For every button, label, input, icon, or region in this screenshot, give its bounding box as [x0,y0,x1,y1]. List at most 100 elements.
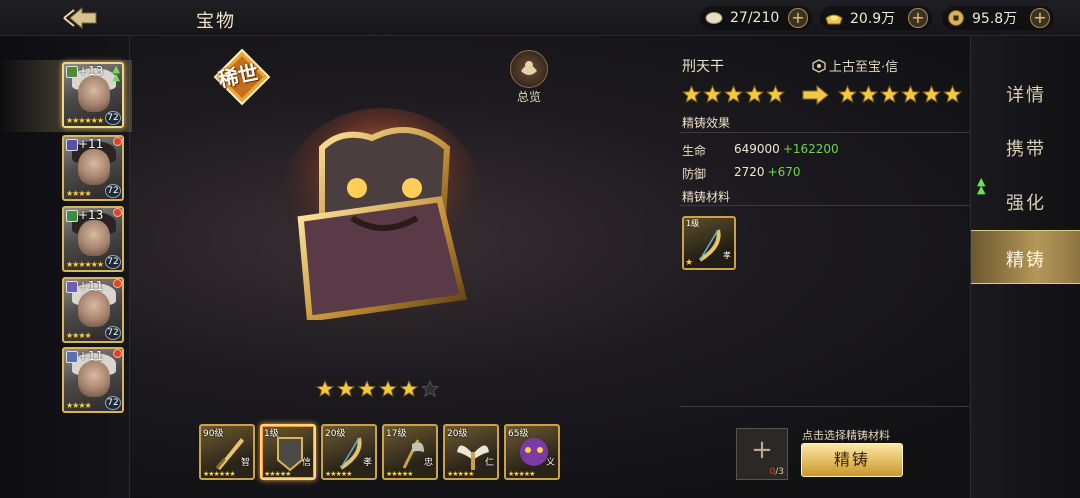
gold-ingot-resource: 20.9万 + [820,6,932,30]
page-title: 宝物 [196,11,236,32]
overview-icon [510,50,548,88]
treasure-quality-label: 上古至宝·信 [829,60,899,75]
item-stars: ★★★★★ [325,470,352,478]
star-icon [859,85,878,104]
material-virtue: 孝 [723,251,731,260]
star-icon [400,380,418,398]
back-arrow-icon [63,6,97,30]
hero-portrait [78,76,110,112]
add-material-slot[interactable]: + 0/3 [736,428,788,480]
coin-icon [946,8,966,28]
add-gold-ingot-button[interactable]: + [908,8,928,28]
tab-forge[interactable]: 精铸 [971,230,1080,284]
faction-icon [66,210,78,222]
treasure-item[interactable]: 65级 义 ★★★★★ [504,424,560,480]
current-star-row [682,85,785,104]
notification-dot [113,137,122,146]
tab-details[interactable]: 详情 [971,66,1080,120]
tab-label: 精铸 [1006,250,1046,271]
coin-resource: 95.8万 + [942,6,1054,30]
treasure-item[interactable]: 17级 忠 ★★★★★ [382,424,438,480]
hero-card[interactable]: +13 ★★★★★★ 72 [62,206,124,272]
hero-plus-level: +13 [78,64,104,78]
upgrade-arrow-icon: ▲ ▲ [112,64,120,83]
notification-dot [113,208,122,217]
item-level: 90级 [203,429,224,439]
star-icon [901,85,920,104]
faction-icon [66,281,78,293]
gold-ingot-icon [824,8,844,28]
star-icon [358,380,376,398]
item-virtue: 信 [301,458,311,468]
material-item[interactable]: 1级 孝 ★ [682,216,736,270]
treasure-artwork [282,108,482,320]
stat-value: 2720 [734,165,765,179]
arrow-right-icon [802,85,829,105]
treasure-item[interactable]: 20级 仁 ★★★★★ [443,424,499,480]
tab-enhance[interactable]: 强化 [971,174,1080,228]
treasure-item[interactable]: 20级 孝 ★★★★★ [321,424,377,480]
item-virtue: 仁 [484,458,494,468]
hero-plus-level: +11 [78,137,104,151]
star-icon [745,85,764,104]
treasure-item[interactable]: 90级 智 ★★★★★★ [199,424,255,480]
star-icon [880,85,899,104]
material-level: 1级 [686,219,700,228]
overview-label: 总览 [516,90,541,104]
empty-star-icon [421,380,439,398]
hero-level: 72 [105,111,121,125]
stat-increase: +670 [767,165,801,179]
forge-button[interactable]: 精铸 [801,443,903,477]
material-section-title: 精铸材料 [682,190,731,204]
overview-button[interactable]: 总览 [505,50,553,104]
stat-label: 生命 [682,144,707,158]
treasure-quality: 上古至宝·信 [812,56,898,75]
item-stars: ★★★★★ [508,470,535,478]
faction-icon [66,351,78,363]
tab-carry[interactable]: 携带 [971,120,1080,174]
item-virtue: 智 [240,458,250,468]
divider [680,132,970,133]
treasure-item[interactable]: 1级 信 ★★★★★ [260,424,316,480]
star-icon: ★ [685,258,694,268]
hero-plus-level: +11 [78,279,104,293]
treasure-star-rating [316,380,439,398]
top-bar: 宝物 27/210 + 20.9万 + 95.8万 + [0,0,1080,36]
back-button[interactable] [56,5,100,31]
hero-portrait [78,291,110,327]
item-level: 20级 [447,429,468,439]
hero-card[interactable]: +11 ★★★★ 72 [62,135,124,201]
item-stars: ★★★★★ [386,470,413,478]
star-icon [766,85,785,104]
hero-portrait [78,361,110,397]
hero-card[interactable]: +11 ★★★★ 72 [62,277,124,343]
item-level: 20级 [325,429,346,439]
star-icon [379,380,397,398]
star-icon [943,85,962,104]
material-count: 0/3 [769,467,785,477]
hero-level: 72 [105,326,121,340]
star-icon [316,380,334,398]
tab-label: 详情 [1006,85,1046,106]
stat-row-def: 防御 2720 +670 [682,165,801,182]
star-icon [922,85,941,104]
stamina-value: 27/210 [730,10,780,26]
item-virtue: 义 [545,458,555,468]
add-stamina-button[interactable]: + [788,8,808,28]
hero-card[interactable]: +11 ★★★★ 72 [62,347,124,413]
coin-value: 95.8万 [972,11,1018,27]
plus-icon: + [751,435,773,465]
treasure-item-bar: 90级 智 ★★★★★★ 1级 信 ★★★★★ 20级 孝 ★★★★★ 17级 … [199,424,560,480]
hero-plus-level: +11 [78,349,104,363]
stat-row-hp: 生命 649000 +162200 [682,142,839,159]
hero-card[interactable]: +13 ▲ ▲ ★★★★★★ 72 [62,62,124,128]
next-star-row [838,85,962,104]
hero-stars: ★★★★ [66,331,92,340]
add-coin-button[interactable]: + [1030,8,1050,28]
item-level: 1级 [264,429,279,439]
select-material-hint: 点击选择精铸材料 [802,429,890,442]
item-level: 17级 [386,429,407,439]
hero-stars: ★★★★ [66,401,92,410]
item-stars: ★★★★★ [264,470,291,478]
item-virtue: 孝 [362,458,372,468]
